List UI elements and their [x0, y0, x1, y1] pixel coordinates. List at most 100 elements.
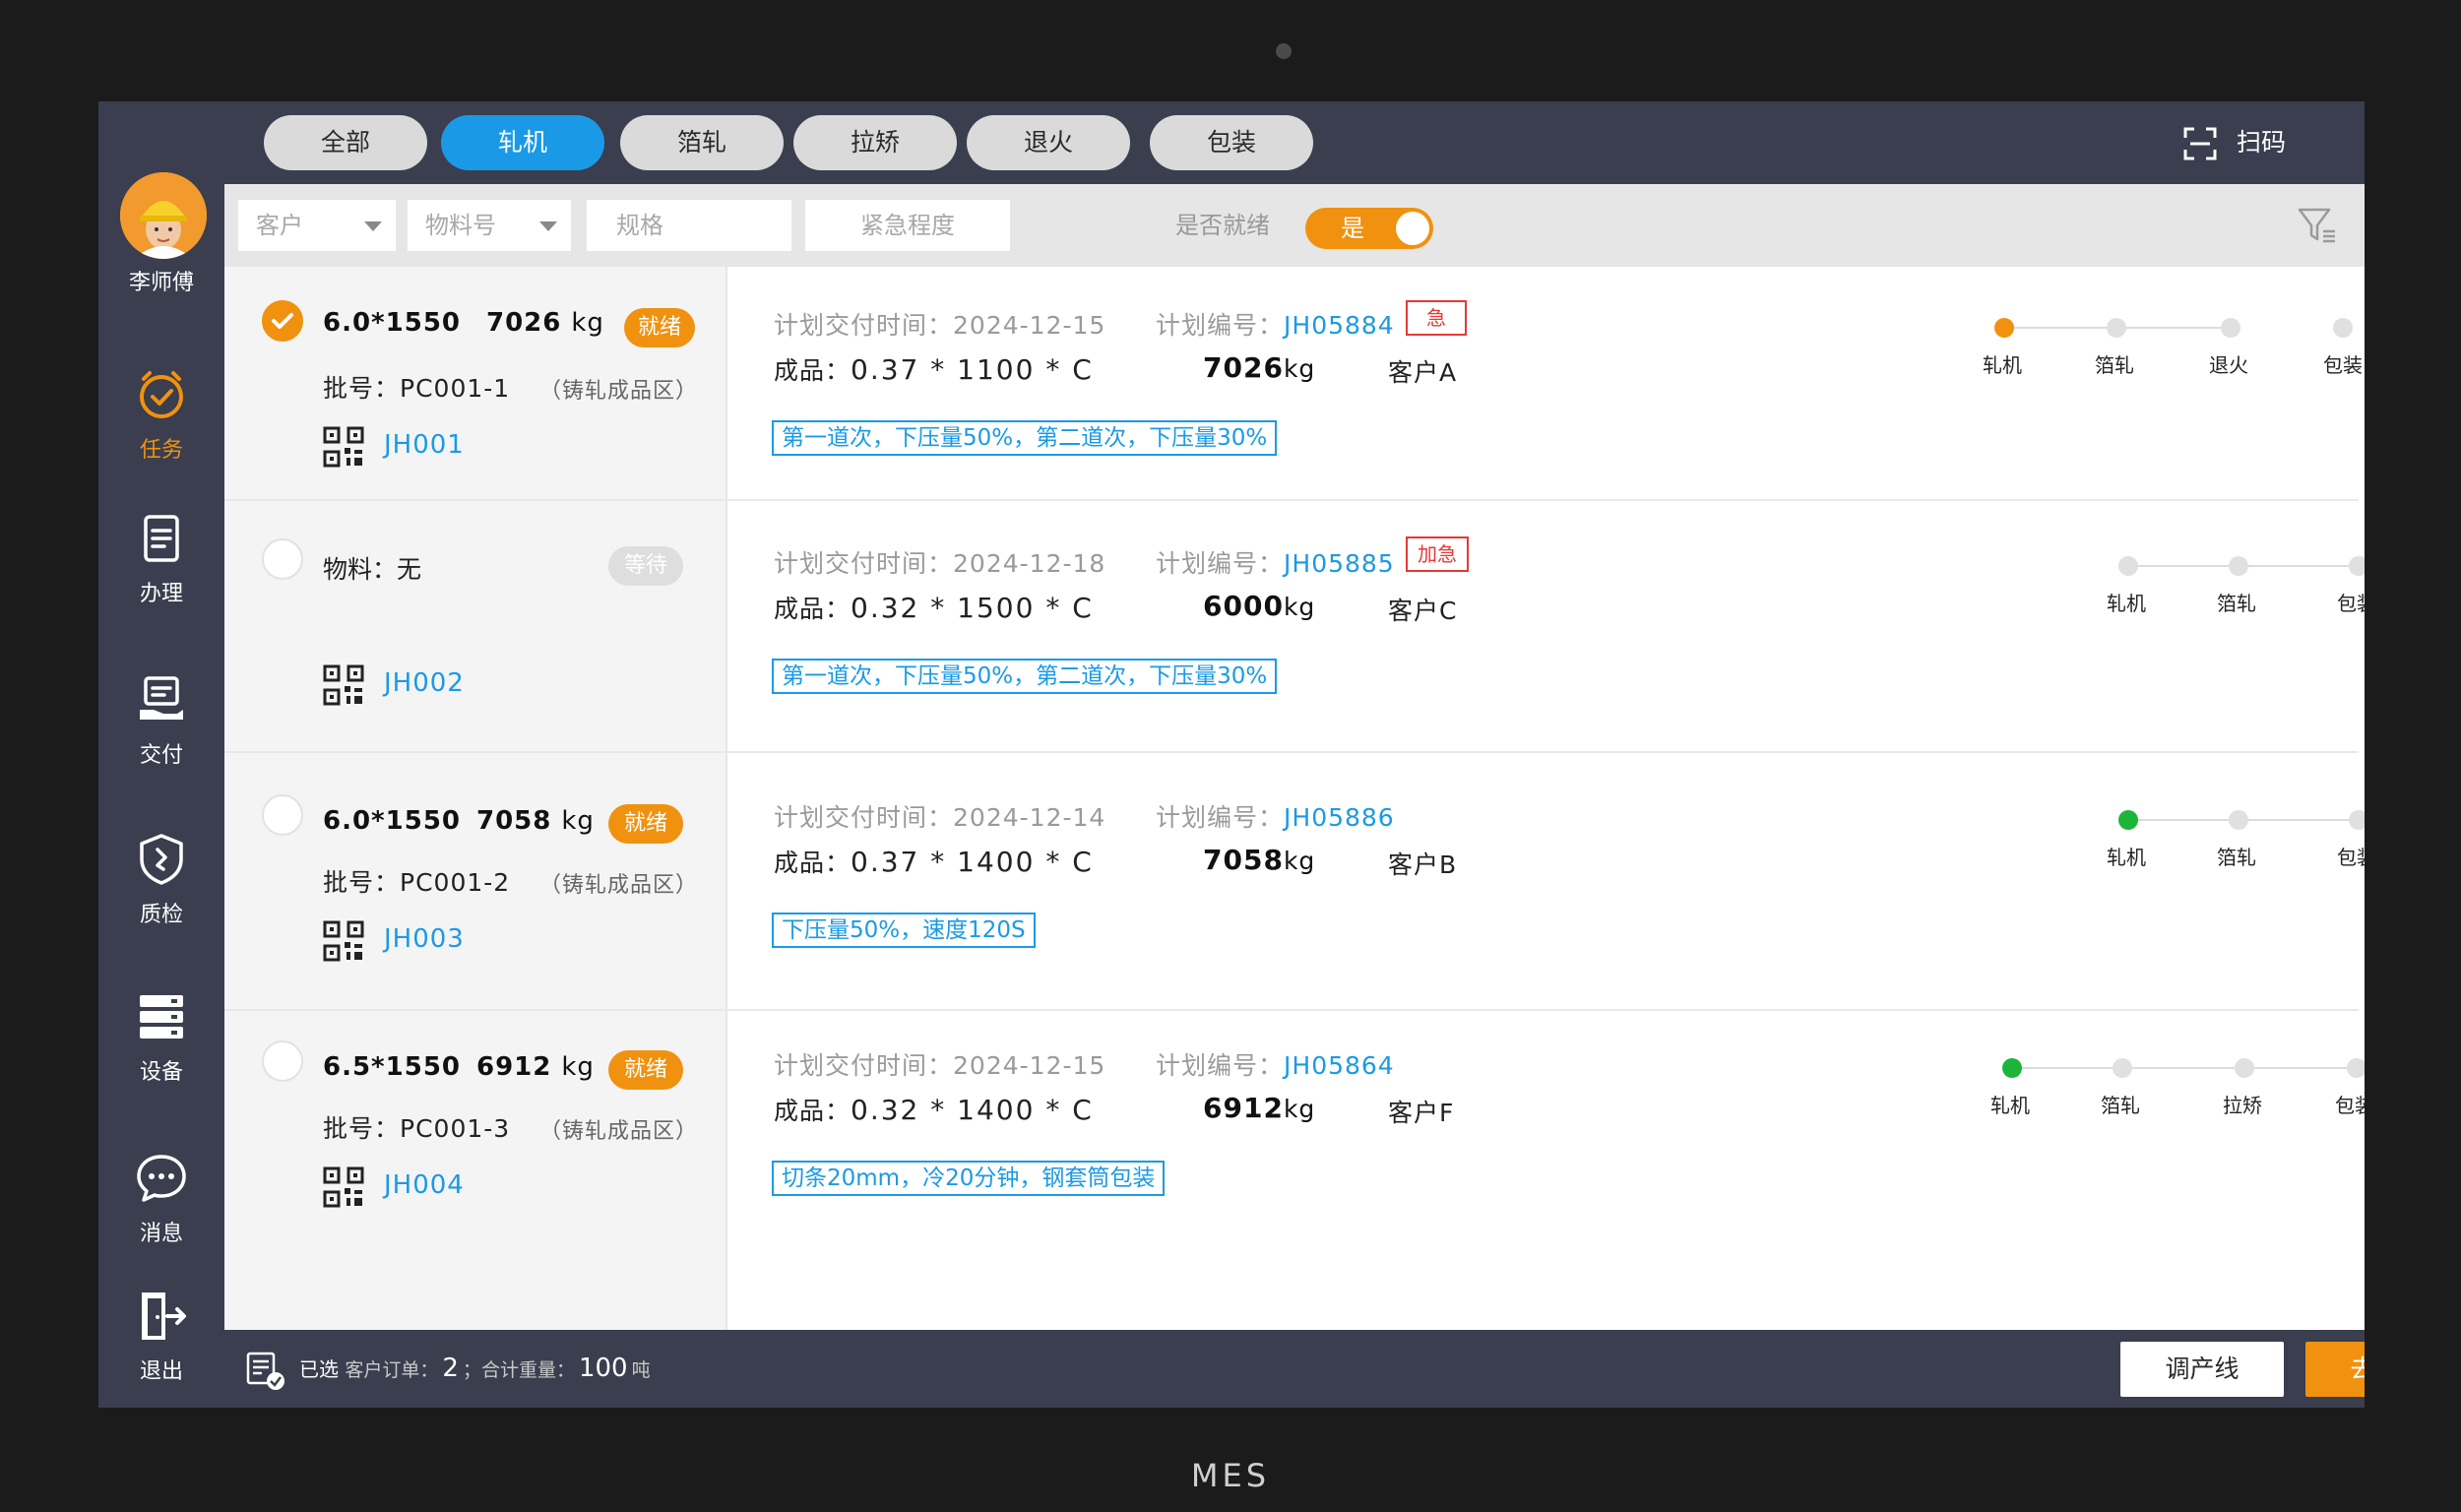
chat-bubble-icon — [137, 1155, 186, 1202]
task-card-2-plan: 计划编号：JH05885 — [1156, 544, 1395, 580]
ready-label: 是否就绪 — [1175, 212, 1270, 239]
task-card-4-product: 成品：0.32 * 1400 * C — [774, 1092, 1094, 1127]
adjust-line-button[interactable]: 调产线 — [2120, 1342, 2284, 1397]
filter-icon[interactable] — [2296, 204, 2339, 247]
progress-dot — [2235, 1058, 2254, 1078]
task-card-2-code[interactable]: JH002 — [384, 668, 465, 698]
shield-icon — [140, 834, 183, 885]
nav-label-message: 消息 — [139, 1222, 183, 1246]
tab-foil-rolling[interactable]: 箔轧 — [620, 115, 784, 170]
task-card-1-batch: 批号：PC001-1 — [323, 374, 511, 403]
task-card-4-checkbox[interactable] — [262, 1040, 303, 1082]
progress-dot — [2349, 556, 2365, 576]
tab-straightening[interactable]: 拉矫 — [793, 115, 957, 170]
task-card-1-code[interactable]: JH001 — [384, 430, 465, 460]
status-badge: 就绪 — [608, 804, 683, 844]
qr-code-icon — [323, 426, 364, 468]
avatar[interactable] — [120, 172, 207, 259]
server-icon — [140, 995, 183, 1039]
task-card-3-code[interactable]: JH003 — [384, 924, 465, 954]
nav-label-handle: 办理 — [139, 582, 183, 606]
task-card-3-checkbox[interactable] — [262, 794, 303, 836]
task-card-1-plan: 计划编号：JH05884 — [1156, 306, 1395, 342]
task-card-1[interactable]: 6.0*1550 7026 kg 就绪 批号：PC001-1 （铸轧成品区） JH… — [224, 267, 2363, 489]
nav-label-quality: 质检 — [139, 903, 183, 927]
urgency-input[interactable]: 紧急程度 — [805, 200, 1010, 251]
qr-code-icon — [323, 664, 364, 706]
nav-item-message[interactable]: 消息 — [98, 1151, 224, 1259]
go-handle-button[interactable]: 去办理 — [2305, 1342, 2365, 1397]
task-card-4[interactable]: 6.5*1550 6912 kg 就绪 批号：PC001-3 （铸轧成品区） JH… — [224, 1011, 2365, 1267]
total-weight: 100 — [578, 1354, 628, 1383]
task-card-4-batch: 批号：PC001-3 — [323, 1114, 511, 1143]
ready-toggle[interactable]: 是 — [1305, 208, 1433, 249]
task-card-2-checkbox[interactable] — [262, 538, 303, 580]
nav-item-handle[interactable]: 办理 — [98, 511, 224, 619]
scan-button[interactable]: 扫码 — [2183, 123, 2286, 162]
chevron-down-icon — [364, 221, 382, 231]
progress-step-label: 轧机 — [1990, 1094, 2030, 1117]
delivery-hand-icon — [140, 676, 183, 720]
task-card-1-weight-unit: kg — [571, 308, 604, 338]
product-weight: 7058 — [1203, 844, 1284, 876]
task-card-3-weight-num: 7058 — [476, 806, 552, 836]
selected-label: 已选 — [299, 1357, 339, 1381]
customer-select[interactable]: 客户 — [238, 200, 396, 251]
progress-step-label: 轧机 — [2107, 846, 2146, 869]
task-card-2-material: 物料：无 — [323, 555, 422, 584]
task-card-3-note: 下压量50%，速度120S — [772, 913, 1036, 948]
progress-step-label: 包装 — [2337, 592, 2365, 615]
tab-rolling-mill[interactable]: 轧机 — [441, 115, 604, 170]
task-card-2[interactable]: 物料：无 等待 JH002 计划交付时间：2024-12-18 计划编号：JH0… — [224, 501, 2365, 749]
task-card-3-weight: 7058 kg — [476, 806, 595, 836]
task-card-3-progress: 轧机 箔轧 包装 — [2107, 806, 2365, 869]
task-card-2-progress: 轧机 箔轧 包装 — [2107, 552, 2365, 615]
spec-input[interactable]: 规格 — [587, 200, 791, 251]
task-card-2-delivery: 计划交付时间：2024-12-18 — [774, 544, 1105, 580]
plan-code[interactable]: JH05885 — [1284, 549, 1395, 578]
tab-packaging[interactable]: 包装 — [1150, 115, 1313, 170]
nav-item-task[interactable]: 任务 — [98, 367, 224, 475]
material-select[interactable]: 物料号 — [408, 200, 571, 251]
scan-icon — [2183, 127, 2217, 160]
product-dims: 0.32 * 1500 * C — [851, 592, 1094, 624]
progress-line — [2016, 1067, 2361, 1069]
status-badge: 等待 — [608, 546, 683, 586]
delivery-date: 2024-12-15 — [953, 311, 1106, 340]
document-icon — [144, 515, 179, 562]
task-card-4-delivery: 计划交付时间：2024-12-15 — [774, 1046, 1105, 1082]
nav-item-deliver[interactable]: 交付 — [98, 672, 224, 781]
summary-separator: ； — [462, 1359, 481, 1381]
task-card-1-weight: 7026 kg — [486, 308, 604, 338]
task-card-2-product-weight: 6000kg — [1203, 590, 1315, 622]
task-card-4-plan: 计划编号：JH05864 — [1156, 1046, 1395, 1082]
check-icon — [272, 313, 293, 329]
progress-step-label: 箔轧 — [2095, 353, 2134, 377]
nav-item-exit[interactable]: 退出 — [98, 1289, 224, 1397]
task-card-3-batch: 批号：PC001-2 — [323, 868, 511, 897]
task-card-3[interactable]: 6.0*1550 7058 kg 就绪 批号：PC001-2 （铸轧成品区） JH… — [224, 753, 2365, 999]
nav-item-equipment[interactable]: 设备 — [98, 989, 224, 1098]
task-card-3-product-weight: 7058kg — [1203, 844, 1315, 876]
task-card-4-progress: 轧机 箔轧 拉矫 包装 — [1990, 1054, 2365, 1117]
progress-dot — [2349, 810, 2365, 830]
plan-code[interactable]: JH05864 — [1284, 1051, 1395, 1080]
product-weight-unit: kg — [1283, 847, 1316, 875]
tab-annealing[interactable]: 退火 — [967, 115, 1130, 170]
task-card-4-spec: 6.5*1550 — [323, 1052, 462, 1082]
plan-code[interactable]: JH05884 — [1284, 311, 1395, 340]
tab-all[interactable]: 全部 — [264, 115, 427, 170]
product-weight: 7026 — [1203, 351, 1284, 384]
nav-label-equipment: 设备 — [139, 1060, 183, 1085]
product-weight: 6912 — [1203, 1092, 1284, 1124]
progress-dot-current — [2118, 810, 2138, 830]
task-card-4-code[interactable]: JH004 — [384, 1170, 465, 1200]
urgent-badge: 加急 — [1406, 536, 1469, 572]
plan-code[interactable]: JH05886 — [1284, 803, 1395, 832]
progress-step-label: 包装 — [2335, 1094, 2365, 1117]
task-card-1-checkbox[interactable] — [262, 300, 303, 342]
task-card-1-delivery: 计划交付时间：2024-12-15 — [774, 306, 1105, 342]
nav-item-quality[interactable]: 质检 — [98, 832, 224, 940]
urgency-input-placeholder: 紧急程度 — [860, 212, 955, 239]
chevron-down-icon — [539, 221, 557, 231]
